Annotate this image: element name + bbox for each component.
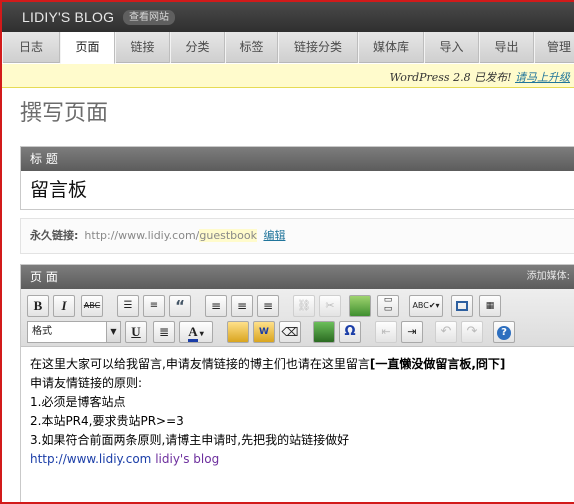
content-link-line: http://www.lidiy.com lidiy's blog [30, 450, 567, 469]
content-bold-note: [一直懒没做留言板,冏下] [369, 357, 506, 371]
update-notice-text: WordPress 2.8 已发布! 请马上升级 [390, 69, 570, 85]
content-line-4: 2.本站PR4,要求贵站PR>=3 [30, 414, 184, 428]
align-center-icon[interactable]: ≡ [231, 295, 253, 317]
content-line-3: 1.必须是博客站点 [30, 395, 126, 409]
page-title: 撰写页面 [20, 101, 109, 126]
align-right-icon[interactable]: ≡ [257, 295, 279, 317]
blog-title[interactable]: LIDIY'S BLOG [22, 9, 114, 25]
insert-image-icon[interactable] [349, 295, 371, 317]
view-site-button[interactable]: 查看网站 [123, 10, 175, 25]
editor-header-label: 页 面 [30, 270, 58, 284]
tab-export[interactable]: 导出 [479, 32, 534, 63]
tab-manage[interactable]: 管理 [534, 32, 574, 63]
paste-text-icon[interactable] [227, 321, 249, 343]
paste-word-icon[interactable]: W [253, 321, 275, 343]
permalink-row: 永久链接: http://www.lidiy.com/guestbook 编辑 [20, 218, 574, 254]
editor-toolbar: B I ABC ☰ ≡ “ ≡ ≡ ≡ ⛓ ✂ ▭ ▭ ABC✔▾ ▦ 格式 ▼ U… [21, 289, 574, 347]
title-box: 标 题 留言板 [20, 146, 574, 210]
tab-media-library[interactable]: 媒体库 [358, 32, 424, 63]
format-select[interactable]: 格式 ▼ [27, 321, 121, 343]
text-color-icon[interactable]: A ▾ [179, 321, 213, 343]
notice-message: WordPress 2.8 已发布! [389, 71, 515, 84]
outdent-icon[interactable]: ⇤ [375, 321, 397, 343]
fullscreen-icon[interactable] [451, 295, 473, 317]
screenshot-frame: LIDIY'S BLOG 查看网站 日志 页面 链接 分类 标签 链接分类 媒体… [0, 0, 574, 504]
editor-content[interactable]: 在这里大家可以给我留言,申请友情链接的博主们也请在这里留言[一直懒没做留言板,冏… [21, 347, 574, 477]
help-icon[interactable]: ? [493, 321, 515, 343]
permalink-label: 永久链接: [30, 229, 79, 242]
redo-icon[interactable]: ↷ [461, 321, 483, 343]
tab-categories[interactable]: 分类 [170, 32, 225, 63]
chevron-down-icon: ▼ [106, 322, 120, 342]
undo-icon[interactable]: ↶ [435, 321, 457, 343]
admin-menu-tabs: 日志 页面 链接 分类 标签 链接分类 媒体库 导入 导出 管理 [2, 32, 574, 64]
media-icon[interactable] [313, 321, 335, 343]
unlink-icon[interactable]: ✂ [319, 295, 341, 317]
permalink-url: http://www.lidiy.com/ [84, 229, 200, 242]
format-select-value: 格式 [32, 326, 52, 337]
more-tag-icon[interactable]: ▭ ▭ [377, 295, 399, 317]
content-line-1: 在这里大家可以给我留言,申请友情链接的博主们也请在这里留言[一直懒没做留言板,冏… [30, 355, 567, 374]
tab-pages[interactable]: 页面 [60, 32, 115, 64]
content-link-url[interactable]: http://www.lidiy.com [30, 452, 151, 466]
spellcheck-icon[interactable]: ABC✔▾ [409, 295, 443, 317]
editor-header: 页 面 添加媒体: [21, 265, 574, 289]
link-icon[interactable]: ⛓ [293, 295, 315, 317]
kitchen-sink-icon[interactable]: ▦ [479, 295, 501, 317]
bold-icon[interactable]: B [27, 295, 49, 317]
remove-format-icon[interactable]: ⌫ [279, 321, 301, 343]
title-input[interactable]: 留言板 [21, 171, 574, 209]
align-left-icon[interactable]: ≡ [205, 295, 227, 317]
permalink-edit-link[interactable]: 编辑 [263, 229, 285, 242]
content-line-2: 申请友情链接的原则: [30, 376, 143, 390]
numbered-list-icon[interactable]: ≡ [143, 295, 165, 317]
tab-tags[interactable]: 标签 [225, 32, 278, 63]
tab-import[interactable]: 导入 [424, 32, 479, 63]
tab-links[interactable]: 链接 [115, 32, 170, 63]
content-link-name[interactable]: lidiy's blog [155, 452, 219, 466]
update-notice: WordPress 2.8 已发布! 请马上升级 [2, 64, 574, 88]
bullet-list-icon[interactable]: ☰ [117, 295, 139, 317]
tab-posts[interactable]: 日志 [2, 32, 60, 63]
content-intro: 在这里大家可以给我留言,申请友情链接的博主们也请在这里留言 [30, 357, 370, 371]
blockquote-icon[interactable]: “ [169, 295, 191, 317]
title-box-header: 标 题 [21, 147, 574, 171]
add-media-label: 添加媒体: [526, 271, 570, 282]
upgrade-link[interactable]: 请马上升级 [515, 71, 570, 84]
italic-icon[interactable]: I [53, 295, 75, 317]
indent-icon[interactable]: ⇥ [401, 321, 423, 343]
permalink-slug[interactable]: guestbook [199, 229, 257, 242]
admin-header: LIDIY'S BLOG 查看网站 [2, 2, 574, 32]
page-editor: 页 面 添加媒体: B I ABC ☰ ≡ “ ≡ ≡ ≡ ⛓ ✂ ▭ ▭ ABC… [20, 264, 574, 502]
special-char-icon[interactable]: Ω [339, 321, 361, 343]
content-line-5: 3.如果符合前面两条原则,请博主申请时,先把我的站链接做好 [30, 433, 350, 447]
justify-icon[interactable]: ≣ [153, 321, 175, 343]
underline-icon[interactable]: U [125, 321, 147, 343]
tab-link-categories[interactable]: 链接分类 [278, 32, 358, 63]
strikethrough-icon[interactable]: ABC [81, 295, 103, 317]
